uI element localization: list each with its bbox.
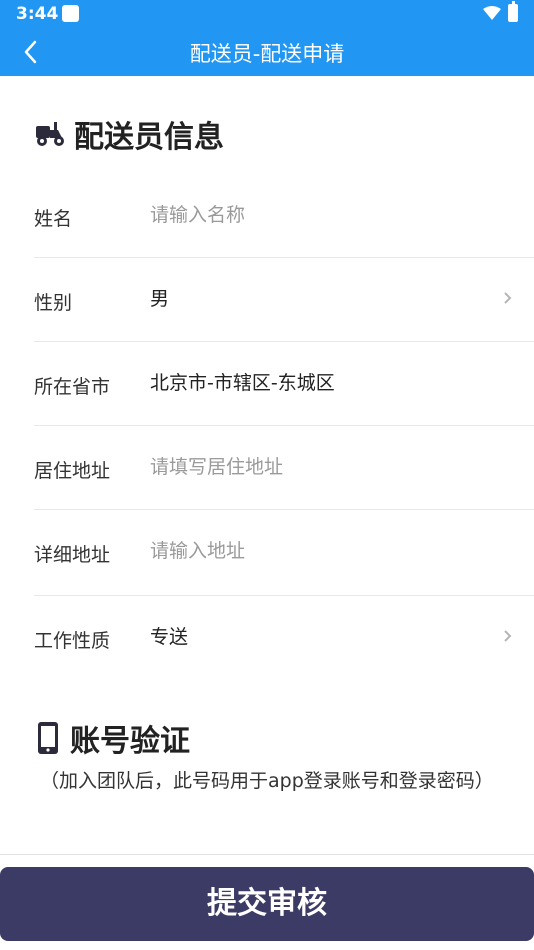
scooter-icon: [36, 122, 64, 146]
submit-bar: 提交审核: [0, 854, 534, 950]
residence-input[interactable]: 请填写居住地址: [150, 452, 283, 479]
phone-icon: [38, 722, 58, 754]
battery-icon: [508, 1, 518, 22]
rider-info-header: 配送员信息: [34, 112, 224, 156]
account-verify-header: 账号验证: [34, 716, 190, 760]
section-title: 账号验证: [70, 724, 190, 759]
gender-label: 性别: [34, 292, 73, 314]
app-bar: 配送员-配送申请: [0, 28, 534, 76]
notification-icon: [62, 5, 79, 22]
submit-button[interactable]: 提交审核: [0, 867, 534, 941]
work-type-label: 工作性质: [34, 630, 111, 652]
region-value[interactable]: 北京市-市辖区-东城区: [150, 368, 335, 395]
residence-label: 居住地址: [34, 460, 111, 482]
form-content: 配送员信息 姓名 请输入名称 性别 男 所在省市 北京市-市辖区-东城区 居住地…: [0, 76, 534, 854]
section-title: 配送员信息: [74, 120, 224, 155]
account-note: （加入团队后，此号码用于app登录账号和登录密码）: [40, 770, 494, 792]
detail-address-label: 详细地址: [34, 544, 111, 566]
work-type-row[interactable]: 工作性质 专送: [34, 596, 534, 680]
page-title: 配送员-配送申请: [189, 42, 345, 66]
residence-row[interactable]: 居住地址 请填写居住地址: [34, 426, 534, 510]
gender-value[interactable]: 男: [150, 284, 169, 311]
name-label: 姓名: [34, 208, 73, 230]
name-input[interactable]: 请输入名称: [150, 200, 245, 227]
detail-address-input[interactable]: 请输入地址: [150, 536, 245, 563]
region-row[interactable]: 所在省市 北京市-市辖区-东城区: [34, 342, 534, 426]
status-bar: 3:44: [0, 0, 534, 28]
status-time: 3:44: [16, 4, 59, 24]
work-type-value[interactable]: 专送: [150, 622, 188, 649]
name-row[interactable]: 姓名 请输入名称: [34, 174, 534, 258]
detail-address-row[interactable]: 详细地址 请输入地址: [34, 510, 534, 596]
region-label: 所在省市: [34, 376, 111, 398]
chevron-right-icon: [504, 292, 512, 304]
wifi-icon: [483, 6, 501, 20]
chevron-right-icon: [504, 630, 512, 642]
gender-row[interactable]: 性别 男: [34, 258, 534, 342]
